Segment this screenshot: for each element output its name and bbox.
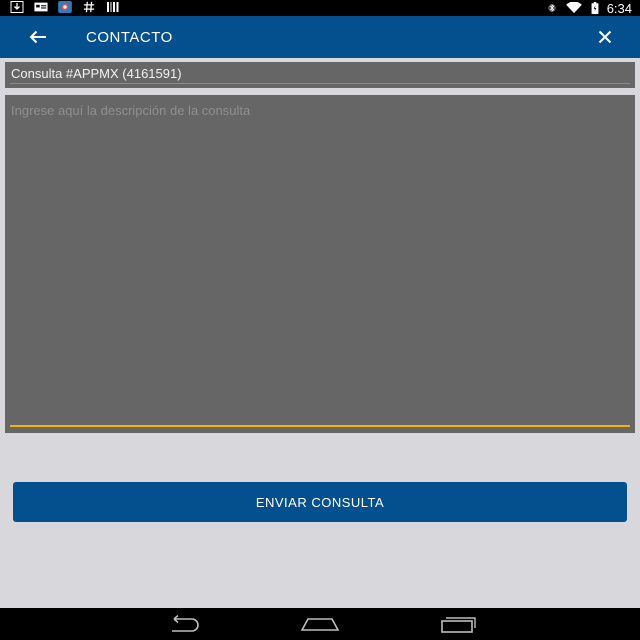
hash-icon: [83, 1, 95, 13]
nav-recents-button[interactable]: [434, 612, 482, 636]
barcode-icon: [107, 2, 119, 12]
app-icon: [58, 1, 72, 13]
home-nav-icon: [300, 618, 340, 631]
subject-underline: [10, 83, 630, 84]
description-textarea[interactable]: Ingrese aquí la descripción de la consul…: [5, 95, 635, 433]
back-nav-icon: [172, 615, 199, 632]
nav-home-button[interactable]: [296, 612, 344, 636]
bluetooth-icon: [547, 4, 556, 12]
navigation-bar: [0, 608, 640, 640]
recents-nav-icon: [441, 617, 476, 633]
back-button[interactable]: [22, 22, 54, 52]
submit-button[interactable]: ENVIAR CONSULTA: [13, 482, 627, 522]
description-focus-underline: [10, 425, 630, 427]
app-bar: CONTACTO: [0, 16, 640, 58]
submit-button-label: ENVIAR CONSULTA: [255, 494, 385, 510]
status-notifications: [10, 1, 120, 13]
download-icon: [10, 1, 24, 13]
battery-icon: [591, 2, 599, 14]
description-placeholder: Ingrese aquí la descripción de la consul…: [11, 103, 251, 118]
subject-value: Consulta #APPMX (4161591): [11, 66, 182, 81]
subject-field[interactable]: Consulta #APPMX (4161591): [5, 62, 635, 88]
status-time: 6:34: [606, 0, 632, 16]
close-icon: [598, 30, 612, 44]
status-system-icons: 6:34: [547, 0, 632, 16]
arrow-left-icon: [29, 30, 46, 44]
page-title: CONTACTO: [86, 29, 173, 46]
nav-back-button[interactable]: [160, 612, 208, 636]
card-icon: [34, 2, 48, 12]
contact-screen: 6:34 CONTACTO Consulta #APPMX (4161591) …: [0, 0, 640, 640]
status-bar: 6:34: [0, 0, 640, 16]
wifi-icon: [565, 2, 582, 14]
close-button[interactable]: [590, 22, 620, 52]
